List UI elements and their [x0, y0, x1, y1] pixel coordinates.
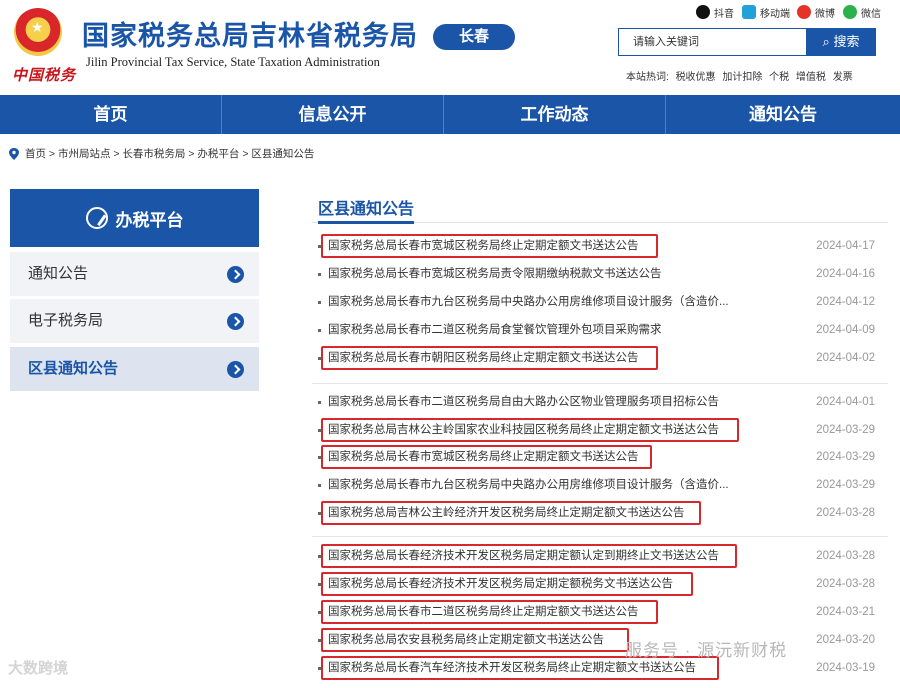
weibo-icon [797, 5, 811, 19]
bullet-dot [318, 484, 321, 487]
site-title[interactable]: 国家税务总局吉林省税务局 [82, 14, 418, 53]
table-row[interactable]: 国家税务总局长春市九台区税务局中央路办公用房维修项目设计服务（含造价... 202… [318, 471, 878, 499]
notice-title[interactable]: 国家税务总局长春市九台区税务局中央路办公用房维修项目设计服务（含造价... [328, 471, 729, 499]
notice-date: 2024-03-28 [816, 578, 875, 590]
search-icon: ⌕ [822, 34, 830, 49]
chevron-right-icon [227, 361, 244, 378]
nav-notices[interactable]: 通知公告 [666, 95, 900, 134]
calligraphy-logo: 中国税务 [12, 66, 77, 84]
notice-date: 2024-03-19 [816, 662, 875, 674]
nav-info-public[interactable]: 信息公开 [222, 95, 444, 134]
site-subtitle: Jilin Provincial Tax Service, State Taxa… [86, 55, 380, 69]
breadcrumb: 首页 > 市州局站点 > 长春市税务局 > 办税平台 > 区县通知公告 [9, 146, 314, 161]
notice-date: 2024-03-29 [816, 479, 875, 491]
highlight-box [321, 445, 652, 469]
table-row[interactable]: 国家税务总局长春市二道区税务局自由大路办公区物业管理服务项目招标公告 2024-0… [318, 388, 878, 416]
bullet-dot [318, 301, 321, 304]
highlight-box [321, 544, 737, 568]
notice-date: 2024-03-21 [816, 606, 875, 618]
hot-word[interactable]: 加计扣除 [722, 72, 762, 83]
sidebar-title: 办税平台 [10, 189, 259, 247]
douyin-icon [696, 5, 710, 19]
mobile-icon [742, 5, 756, 19]
mobile-link[interactable]: 移动端 [742, 4, 790, 20]
notice-date: 2024-03-29 [816, 451, 875, 463]
highlight-box [321, 234, 658, 258]
notice-title[interactable]: 国家税务总局长春市二道区税务局食堂餐饮管理外包项目采购需求 [328, 316, 662, 344]
notice-date: 2024-04-01 [816, 396, 875, 408]
search-input[interactable]: 请输入关键词 [618, 28, 806, 56]
watermark-right: 服务号 · 源沅新财税 [625, 641, 788, 660]
location-pin-icon [9, 147, 19, 160]
table-row[interactable]: 国家税务总局长春市二道区税务局食堂餐饮管理外包项目采购需求 2024-04-09 [318, 316, 878, 344]
notice-date: 2024-04-16 [816, 268, 875, 280]
bullet-dot [318, 401, 321, 404]
highlight-box [321, 628, 629, 652]
group-divider [312, 536, 888, 537]
notice-date: 2024-04-12 [816, 296, 875, 308]
search-button[interactable]: ⌕ 搜索 [806, 28, 876, 56]
chevron-right-icon [227, 266, 244, 283]
notice-date: 2024-03-28 [816, 507, 875, 519]
panel-title: 区县通知公告 [318, 201, 415, 218]
breadcrumb-path[interactable]: 首页 > 市州局站点 > 长春市税务局 > 办税平台 > 区县通知公告 [25, 146, 314, 161]
nav-home[interactable]: 首页 [0, 95, 222, 134]
hot-word[interactable]: 增值税 [796, 72, 826, 83]
notice-date: 2024-04-02 [816, 352, 875, 364]
sidebar-item-county-notices[interactable]: 区县通知公告 [10, 347, 259, 391]
notice-date: 2024-04-09 [816, 324, 875, 336]
tax-platform-icon [85, 207, 108, 229]
sidebar-item-notices[interactable]: 通知公告 [10, 252, 259, 296]
wechat-link[interactable]: 微信 [843, 4, 881, 20]
notice-date: 2024-03-20 [816, 634, 875, 646]
site-header: ★ 中国税务 国家税务总局吉林省税务局 Jilin Provincial Tax… [0, 0, 900, 95]
weibo-link[interactable]: 微博 [797, 4, 835, 20]
group-divider [312, 383, 888, 384]
title-accent [318, 221, 414, 224]
bullet-dot [318, 273, 321, 276]
city-badge[interactable]: 长春 [433, 24, 515, 50]
sidebar-item-e-tax[interactable]: 电子税务局 [10, 299, 259, 343]
bullet-dot [318, 329, 321, 332]
notice-date: 2024-03-28 [816, 550, 875, 562]
highlight-box [321, 501, 701, 525]
notice-date: 2024-04-17 [816, 240, 875, 252]
main-nav: 首页 信息公开 工作动态 通知公告 [0, 95, 900, 134]
table-row[interactable]: 国家税务总局长春市宽城区税务局责令限期缴纳税款文书送达公告 2024-04-16 [318, 260, 878, 288]
notice-title[interactable]: 国家税务总局长春市九台区税务局中央路办公用房维修项目设计服务（含造价... [328, 288, 729, 316]
notice-title[interactable]: 国家税务总局长春市宽城区税务局责令限期缴纳税款文书送达公告 [328, 260, 662, 288]
notice-date: 2024-03-29 [816, 424, 875, 436]
douyin-link[interactable]: 抖音 [696, 4, 734, 20]
nav-work-news[interactable]: 工作动态 [444, 95, 666, 134]
hot-word[interactable]: 税收优惠 [676, 72, 716, 83]
tax-emblem-icon: ★ [14, 8, 62, 56]
notice-title[interactable]: 国家税务总局长春市二道区税务局自由大路办公区物业管理服务项目招标公告 [328, 388, 719, 416]
table-row[interactable]: 国家税务总局长春市九台区税务局中央路办公用房维修项目设计服务（含造价... 202… [318, 288, 878, 316]
hot-word[interactable]: 个税 [769, 72, 789, 83]
watermark-left: 大数跨境 [8, 660, 69, 677]
highlight-box [321, 572, 693, 596]
wechat-icon [843, 5, 857, 19]
hot-word[interactable]: 发票 [833, 72, 853, 83]
hot-words: 本站热词: 税收优惠 加计扣除 个税 增值税 发票 [626, 72, 853, 83]
highlight-box [321, 600, 658, 624]
highlight-box [321, 346, 658, 370]
highlight-box [321, 418, 739, 442]
chevron-right-icon [227, 313, 244, 330]
